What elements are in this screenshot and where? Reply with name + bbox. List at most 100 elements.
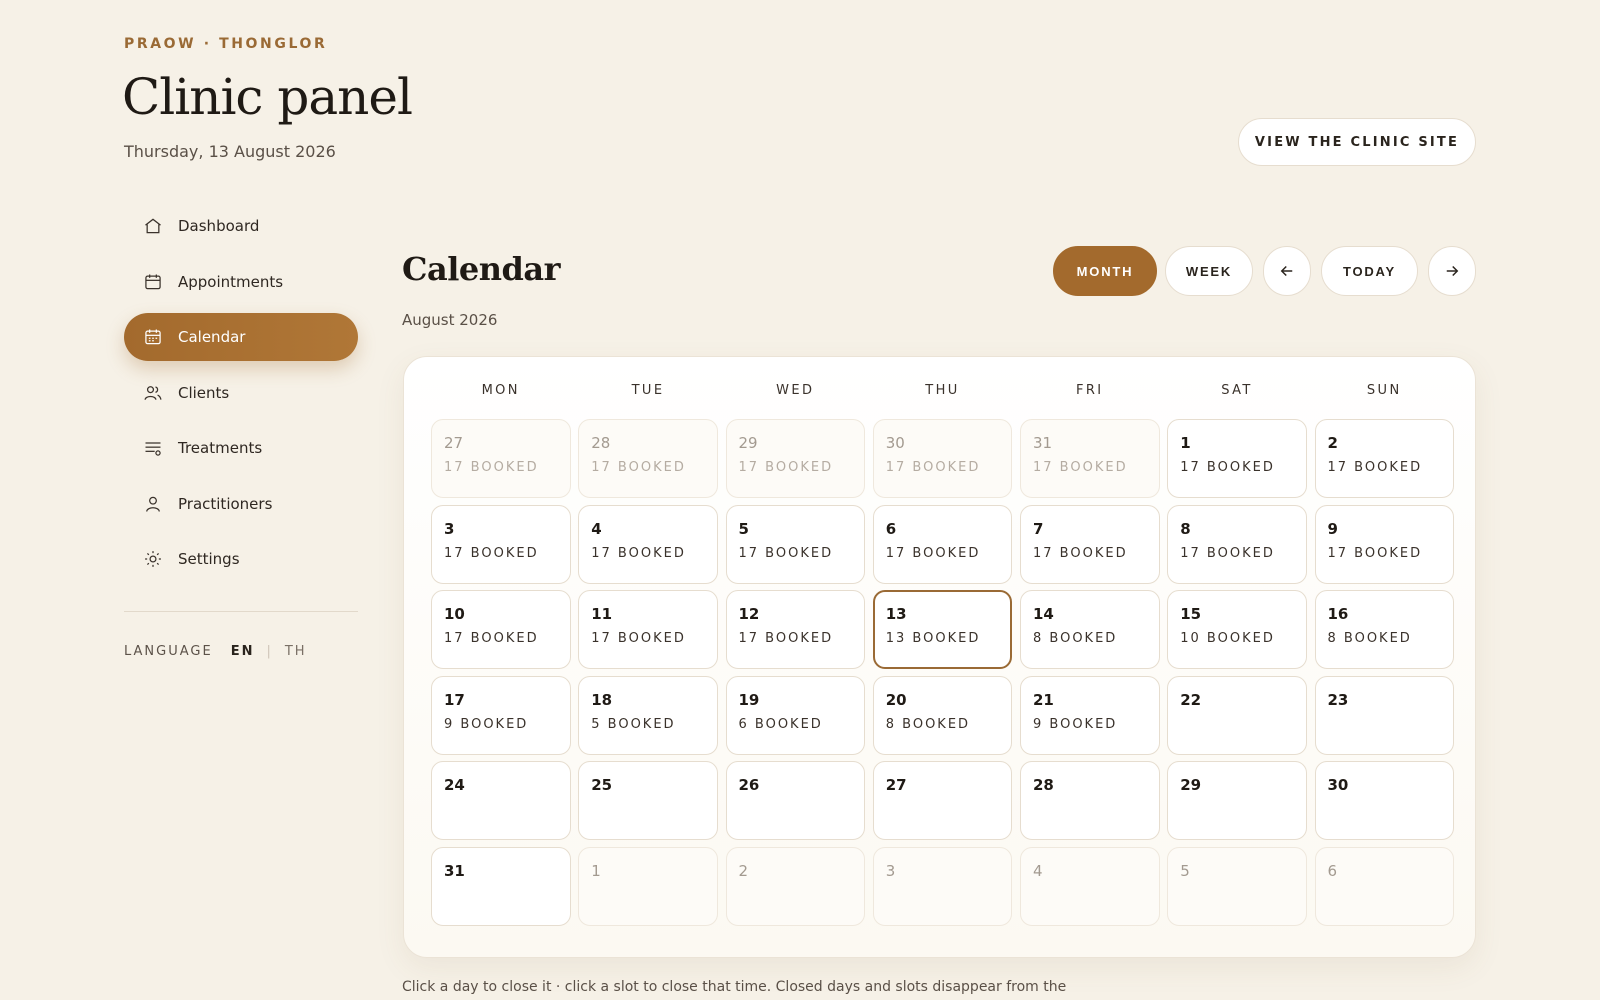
day-number: 8 xyxy=(1180,519,1191,538)
day-number: 1 xyxy=(1180,434,1191,452)
calendar-day[interactable]: 5 xyxy=(1167,847,1307,926)
sidebar-item-practitioners[interactable]: Practitioners xyxy=(124,480,358,528)
booked-count: 17 BOOKED xyxy=(1327,545,1423,561)
booked-count: 5 BOOKED xyxy=(591,716,676,732)
day-number: 5 xyxy=(1180,862,1190,880)
booked-count: 17 BOOKED xyxy=(444,545,539,561)
today-button[interactable]: TODAY xyxy=(1321,246,1418,296)
calendar-grid-icon xyxy=(142,326,164,348)
calendar-day[interactable]: 4 xyxy=(1020,847,1160,926)
calendar-day[interactable]: 1 17 BOOKED xyxy=(1167,419,1307,498)
users-icon xyxy=(142,382,164,404)
calendar-day[interactable]: 11 17 BOOKED xyxy=(578,590,718,670)
day-number: 12 xyxy=(738,605,760,624)
day-number: 24 xyxy=(444,776,465,795)
calendar-day[interactable]: 5 17 BOOKED xyxy=(725,504,865,584)
day-number: 19 xyxy=(738,690,760,709)
weekday-label: SAT xyxy=(1221,383,1253,398)
day-number: 9 xyxy=(1327,519,1338,538)
calendar-day[interactable]: 3 17 BOOKED xyxy=(431,504,571,584)
booked-count: 17 BOOKED xyxy=(591,631,686,647)
calendar-day[interactable]: 1 xyxy=(578,847,718,926)
next-button[interactable] xyxy=(1428,246,1476,296)
view-clinic-site-button[interactable]: VIEW THE CLINIC SITE xyxy=(1238,118,1476,166)
calendar-day[interactable]: 29 17 BOOKED xyxy=(725,419,865,498)
previous-button[interactable] xyxy=(1263,246,1311,296)
sidebar-item-settings[interactable]: Settings xyxy=(124,535,358,583)
list-icon xyxy=(142,437,164,459)
calendar-day[interactable]: 9 17 BOOKED xyxy=(1314,504,1454,584)
day-number: 2 xyxy=(738,862,749,880)
calendar-day[interactable]: 3 xyxy=(872,847,1013,926)
calendar-day[interactable]: 23 xyxy=(1314,675,1454,755)
month-view-button[interactable]: MONTH xyxy=(1053,246,1157,296)
day-number: 29 xyxy=(738,434,758,452)
calendar-day[interactable]: 21 9 BOOKED xyxy=(1020,675,1160,755)
day-number: 5 xyxy=(738,519,749,538)
booked-count: 8 BOOKED xyxy=(1327,631,1412,647)
calendar-day[interactable]: 30 xyxy=(1314,761,1454,841)
calendar-day[interactable]: 31 xyxy=(431,847,571,926)
booked-count: 17 BOOKED xyxy=(591,545,686,561)
calendar-footnote: Click a day to close it · click a slot t… xyxy=(402,979,1067,995)
day-number: 31 xyxy=(444,862,465,880)
calendar-day[interactable]: 25 xyxy=(578,761,718,841)
calendar-day[interactable]: 12 17 BOOKED xyxy=(725,590,865,670)
language-label: LANGUAGE xyxy=(124,644,213,659)
calendar-day[interactable]: 27 xyxy=(872,761,1013,841)
weekday-label: FRI xyxy=(1075,383,1104,398)
calendar-day[interactable]: 6 xyxy=(1314,847,1454,926)
booked-count: 6 BOOKED xyxy=(738,716,823,732)
calendar-day[interactable]: 31 17 BOOKED xyxy=(1020,419,1160,498)
booked-count: 10 BOOKED xyxy=(1180,631,1275,647)
language-option-en[interactable]: EN xyxy=(231,644,255,659)
calendar-day[interactable]: 4 17 BOOKED xyxy=(578,504,718,584)
language-option-th[interactable]: TH xyxy=(285,644,307,659)
calendar-day[interactable]: 2 xyxy=(725,847,865,926)
calendar-day[interactable]: 6 17 BOOKED xyxy=(872,504,1013,584)
calendar-day[interactable]: 18 5 BOOKED xyxy=(578,675,718,755)
sidebar-item-dashboard[interactable]: Dashboard xyxy=(124,202,358,250)
weekday-label: WED xyxy=(776,383,815,398)
sidebar-item-appointments[interactable]: Appointments xyxy=(124,258,358,306)
calendar-day[interactable]: 20 8 BOOKED xyxy=(872,675,1013,755)
day-number: 31 xyxy=(1033,434,1053,452)
booked-count: 17 BOOKED xyxy=(738,545,834,561)
day-number: 28 xyxy=(591,434,611,452)
calendar-day[interactable]: 8 17 BOOKED xyxy=(1167,504,1307,584)
calendar-day[interactable]: 19 6 BOOKED xyxy=(725,675,865,755)
day-number: 29 xyxy=(1180,776,1202,795)
booked-count: 9 BOOKED xyxy=(444,716,529,732)
calendar-day[interactable]: 15 10 BOOKED xyxy=(1167,590,1307,670)
day-number: 13 xyxy=(885,605,907,624)
calendar-day[interactable]: 29 xyxy=(1167,761,1307,841)
calendar-day-today[interactable]: 13 13 BOOKED xyxy=(872,590,1013,670)
day-number: 14 xyxy=(1033,605,1054,624)
sidebar-item-calendar[interactable]: Calendar xyxy=(124,313,358,361)
week-view-button[interactable]: WEEK xyxy=(1165,246,1253,296)
booked-count: 17 BOOKED xyxy=(1033,545,1128,561)
day-number: 30 xyxy=(1327,776,1349,795)
day-number: 4 xyxy=(1033,862,1043,880)
day-number: 25 xyxy=(591,776,613,795)
calendar-day[interactable]: 14 8 BOOKED xyxy=(1020,590,1160,670)
day-number: 3 xyxy=(885,862,896,880)
calendar-day[interactable]: 28 17 BOOKED xyxy=(578,419,718,498)
booked-count: 17 BOOKED xyxy=(738,460,834,475)
calendar-day[interactable]: 22 xyxy=(1167,675,1307,755)
calendar-day[interactable]: 16 8 BOOKED xyxy=(1314,590,1454,670)
booked-count: 17 BOOKED xyxy=(738,631,834,647)
calendar-day[interactable]: 27 17 BOOKED xyxy=(431,419,571,498)
booked-count: 8 BOOKED xyxy=(885,716,971,732)
calendar-day[interactable]: 10 17 BOOKED xyxy=(431,590,571,670)
sidebar-item-treatments[interactable]: Treatments xyxy=(124,424,358,472)
calendar-day[interactable]: 7 17 BOOKED xyxy=(1020,504,1160,584)
calendar-day[interactable]: 26 xyxy=(725,761,865,841)
calendar-day[interactable]: 24 xyxy=(431,761,571,841)
calendar-day[interactable]: 17 9 BOOKED xyxy=(431,675,571,755)
calendar-day[interactable]: 30 17 BOOKED xyxy=(872,419,1013,498)
calendar-day[interactable]: 28 xyxy=(1020,761,1160,841)
calendar-day[interactable]: 2 17 BOOKED xyxy=(1314,419,1454,498)
page-title: Clinic panel xyxy=(122,68,413,126)
sidebar-item-clients[interactable]: Clients xyxy=(124,369,358,417)
